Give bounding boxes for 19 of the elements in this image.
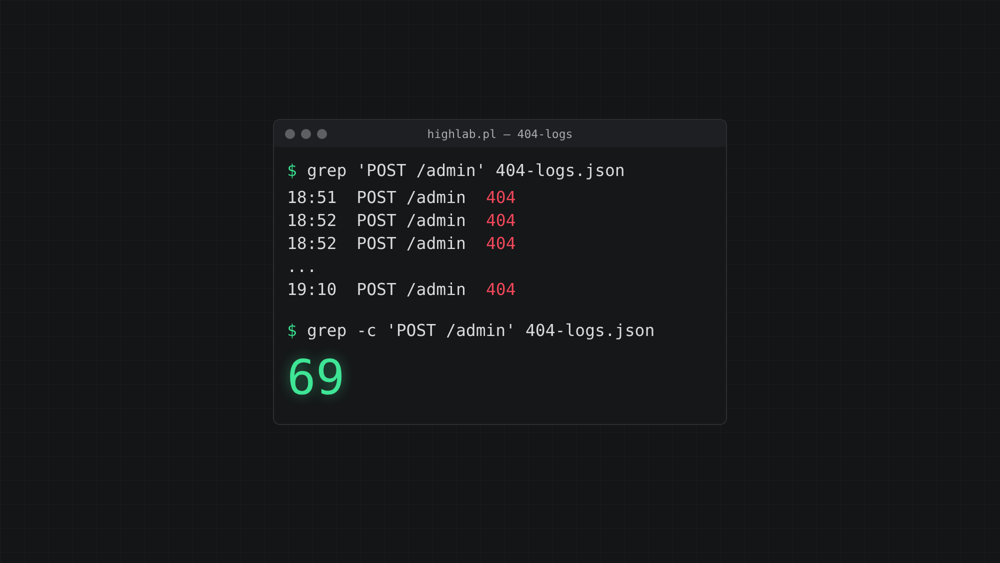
- log-request: POST /admin: [356, 210, 466, 232]
- status-code: 404: [486, 210, 516, 232]
- status-code: 404: [486, 279, 516, 301]
- window-title: highlab.pl – 404-logs: [427, 126, 573, 140]
- log-request: POST /admin: [356, 233, 466, 255]
- ellipsis-text: ...: [287, 256, 317, 278]
- command-text: grep -c 'POST /admin' 404-logs.json: [306, 320, 655, 342]
- prompt-symbol: $: [287, 320, 297, 342]
- status-code: 404: [486, 187, 516, 209]
- prompt-symbol: $: [287, 160, 297, 182]
- log-time: 19:10: [287, 279, 337, 301]
- log-time: 18:52: [287, 210, 337, 232]
- command-text: grep 'POST /admin' 404-logs.json: [306, 160, 625, 182]
- log-request: POST /admin: [356, 279, 466, 301]
- status-code: 404: [486, 233, 516, 255]
- log-time: 18:51: [287, 187, 337, 209]
- log-request: POST /admin: [356, 187, 466, 209]
- log-time: 18:52: [287, 233, 337, 255]
- count-result: 69: [287, 350, 345, 406]
